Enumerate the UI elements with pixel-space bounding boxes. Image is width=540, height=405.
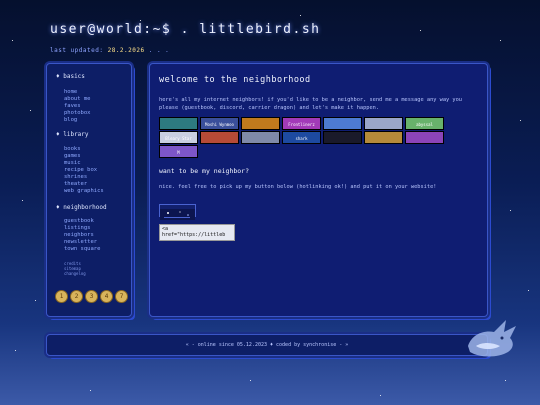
badge-icon: 4 [100,290,113,303]
sidebar-item-town-square[interactable]: town square [64,246,100,252]
neighbor-button[interactable] [323,117,362,130]
embed-code-field[interactable]: <a href="https://littleb [159,224,235,241]
site-title: user@world:~$ . littlebird.sh [50,22,321,37]
updated-suffix: . . . [148,47,170,54]
site-button-art-icon [160,209,195,220]
sidebar-item-games[interactable]: games [64,153,81,159]
neighbor-button[interactable]: Moshi Wynmoo [200,117,239,130]
badge-icon: 7 [115,290,128,303]
sidebar-item-home[interactable]: home [64,89,77,95]
sidebar-heading-neighborhood: ♦ neighborhood [56,204,107,211]
neighbor-button[interactable] [159,117,198,130]
instructions-text: nice. feel free to pick up my button bel… [159,184,437,190]
sidebar-item-blog[interactable]: blog [64,117,77,123]
neighbor-button[interactable]: M [159,145,198,158]
neighbor-button[interactable] [364,117,403,130]
neighbor-button[interactable] [364,131,403,144]
neighbor-button[interactable]: abyssal drowning [405,117,444,130]
sidebar: ♦ basics home about me faves photobox bl… [46,63,132,317]
updated-label: last updated: [50,47,104,54]
sidebar-item-neighbors[interactable]: neighbors [64,232,94,238]
sidebar-item-shrines[interactable]: shrines [64,174,87,180]
footer: « - online since 05.12.2023 ♦ coded by s… [46,334,488,356]
sidebar-item-books[interactable]: books [64,146,81,152]
intro-text: here's all my internet neighbors! if you… [159,97,462,111]
badge-icon: 2 [70,290,83,303]
sidebar-item-newsletter[interactable]: newsletter [64,239,97,245]
bird-mascot-icon [468,320,516,357]
neighbor-buttons: Moshi Wynmoo Frontlinerz Gaming abyssal dr… [159,117,459,159]
sidebar-item-music[interactable]: music [64,160,81,166]
sidebar-item-about-me[interactable]: about me [64,96,91,102]
neighbor-button[interactable]: shark [282,131,321,144]
sidebar-heading-basics: ♦ basics [56,73,85,80]
neighbor-button[interactable] [241,131,280,144]
sidebar-item-theater[interactable]: theater [64,181,87,187]
neighbor-button[interactable] [241,117,280,130]
sidebar-item-changelog[interactable]: changelog [64,271,86,276]
last-updated: last updated: 28.2.2026 . . . [50,47,169,54]
neighbor-button[interactable] [323,131,362,144]
badge-icon: 3 [85,290,98,303]
updated-date: 28.2.2026 [107,47,145,54]
my-site-button[interactable] [159,204,196,220]
sidebar-item-photobox[interactable]: photobox [64,110,91,116]
sidebar-item-listings[interactable]: listings [64,225,91,231]
neighbor-button[interactable] [405,131,444,144]
section-subtitle: want to be my neighbor? [159,167,250,175]
badge-row: 1 2 3 4 7 [55,290,128,303]
main-panel: welcome to the neighborhood here's all m… [149,63,488,317]
sidebar-item-guestbook[interactable]: guestbook [64,218,94,224]
badge-icon: 1 [55,290,68,303]
sidebar-item-web-graphics[interactable]: web graphics [64,188,104,194]
neighbor-button[interactable]: Bleary Star Games [159,131,198,144]
sidebar-item-faves[interactable]: faves [64,103,81,109]
neighbor-button[interactable]: Frontlinerz Gaming [282,117,321,130]
neighbor-button[interactable] [200,131,239,144]
page-title: welcome to the neighborhood [159,75,311,85]
sidebar-item-recipe-box[interactable]: recipe box [64,167,97,173]
sidebar-heading-library: ♦ library [56,131,89,138]
